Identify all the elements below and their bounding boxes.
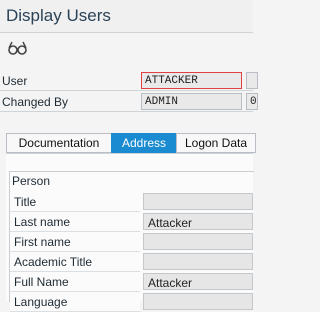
last-name-field[interactable]: Attacker [143,213,253,230]
language-field[interactable] [143,293,253,310]
title-bar: Display Users [0,0,253,33]
language-label: Language [10,292,140,312]
toolbar [0,33,253,63]
tab-strip: Documentation Address Logon Data [6,133,256,153]
tab-documentation[interactable]: Documentation [6,133,112,153]
field-row-last-name: Last name Attacker [10,212,253,232]
full-name-field[interactable]: Attacker [143,273,253,290]
field-row-full-name: Full Name Attacker [10,272,253,292]
person-group-title: Person [12,174,51,188]
field-row-academic-title: Academic Title [10,252,253,272]
changed-by-row: Changed By ADMIN 0 [0,91,258,111]
user-extra-field[interactable] [246,72,258,89]
changed-by-field[interactable]: ADMIN [141,93,242,110]
title-field[interactable] [143,193,253,210]
user-field[interactable]: ATTACKER [141,72,242,89]
field-row-first-name: First name [10,232,253,252]
user-label: User [2,74,28,88]
title-label: Title [10,192,140,212]
field-row-title: Title [10,192,253,212]
page-title: Display Users [6,6,111,25]
changed-by-label: Changed By [2,95,69,109]
first-name-field[interactable] [143,233,253,250]
field-row-language: Language [10,292,253,312]
changed-by-extra-field[interactable]: 0 [246,93,258,110]
full-name-label: Full Name [10,272,140,292]
tab-logon-data[interactable]: Logon Data [176,133,256,153]
display-change-button[interactable] [6,38,30,58]
user-row: User ATTACKER [0,70,258,90]
tab-address[interactable]: Address [111,133,177,153]
divider [0,111,253,112]
last-name-label: Last name [10,212,140,232]
glasses-icon [8,41,27,55]
address-panel: Person Title Last name Attacker First na… [6,153,254,312]
first-name-label: First name [10,232,140,252]
academic-title-label: Academic Title [10,252,140,272]
academic-title-field[interactable] [143,253,253,270]
